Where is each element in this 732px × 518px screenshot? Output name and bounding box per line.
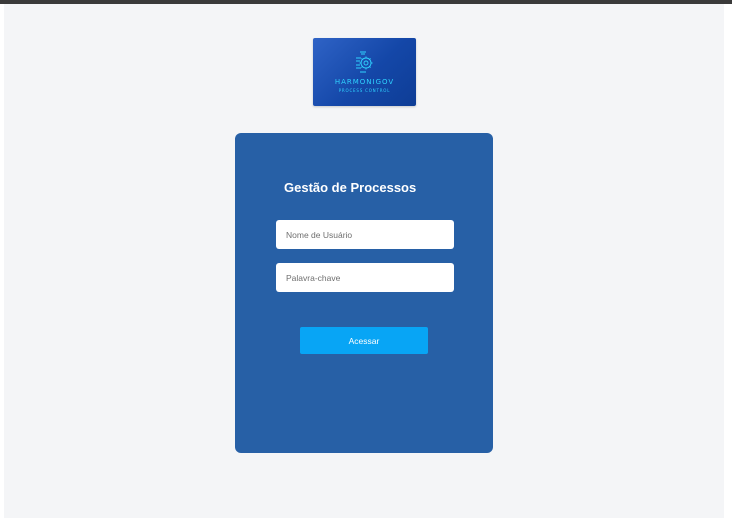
login-button[interactable]: Acessar — [300, 327, 428, 354]
app-logo: HARMONIGOV PROCESS CONTROL — [313, 38, 416, 106]
logo-name: HARMONIGOV — [334, 78, 395, 86]
login-title: Gestão de Processos — [284, 180, 417, 195]
password-input[interactable] — [276, 263, 454, 292]
logo-tagline: PROCESS CONTROL — [338, 88, 391, 93]
gear-circuit-icon — [356, 51, 373, 73]
username-input[interactable] — [276, 220, 454, 249]
